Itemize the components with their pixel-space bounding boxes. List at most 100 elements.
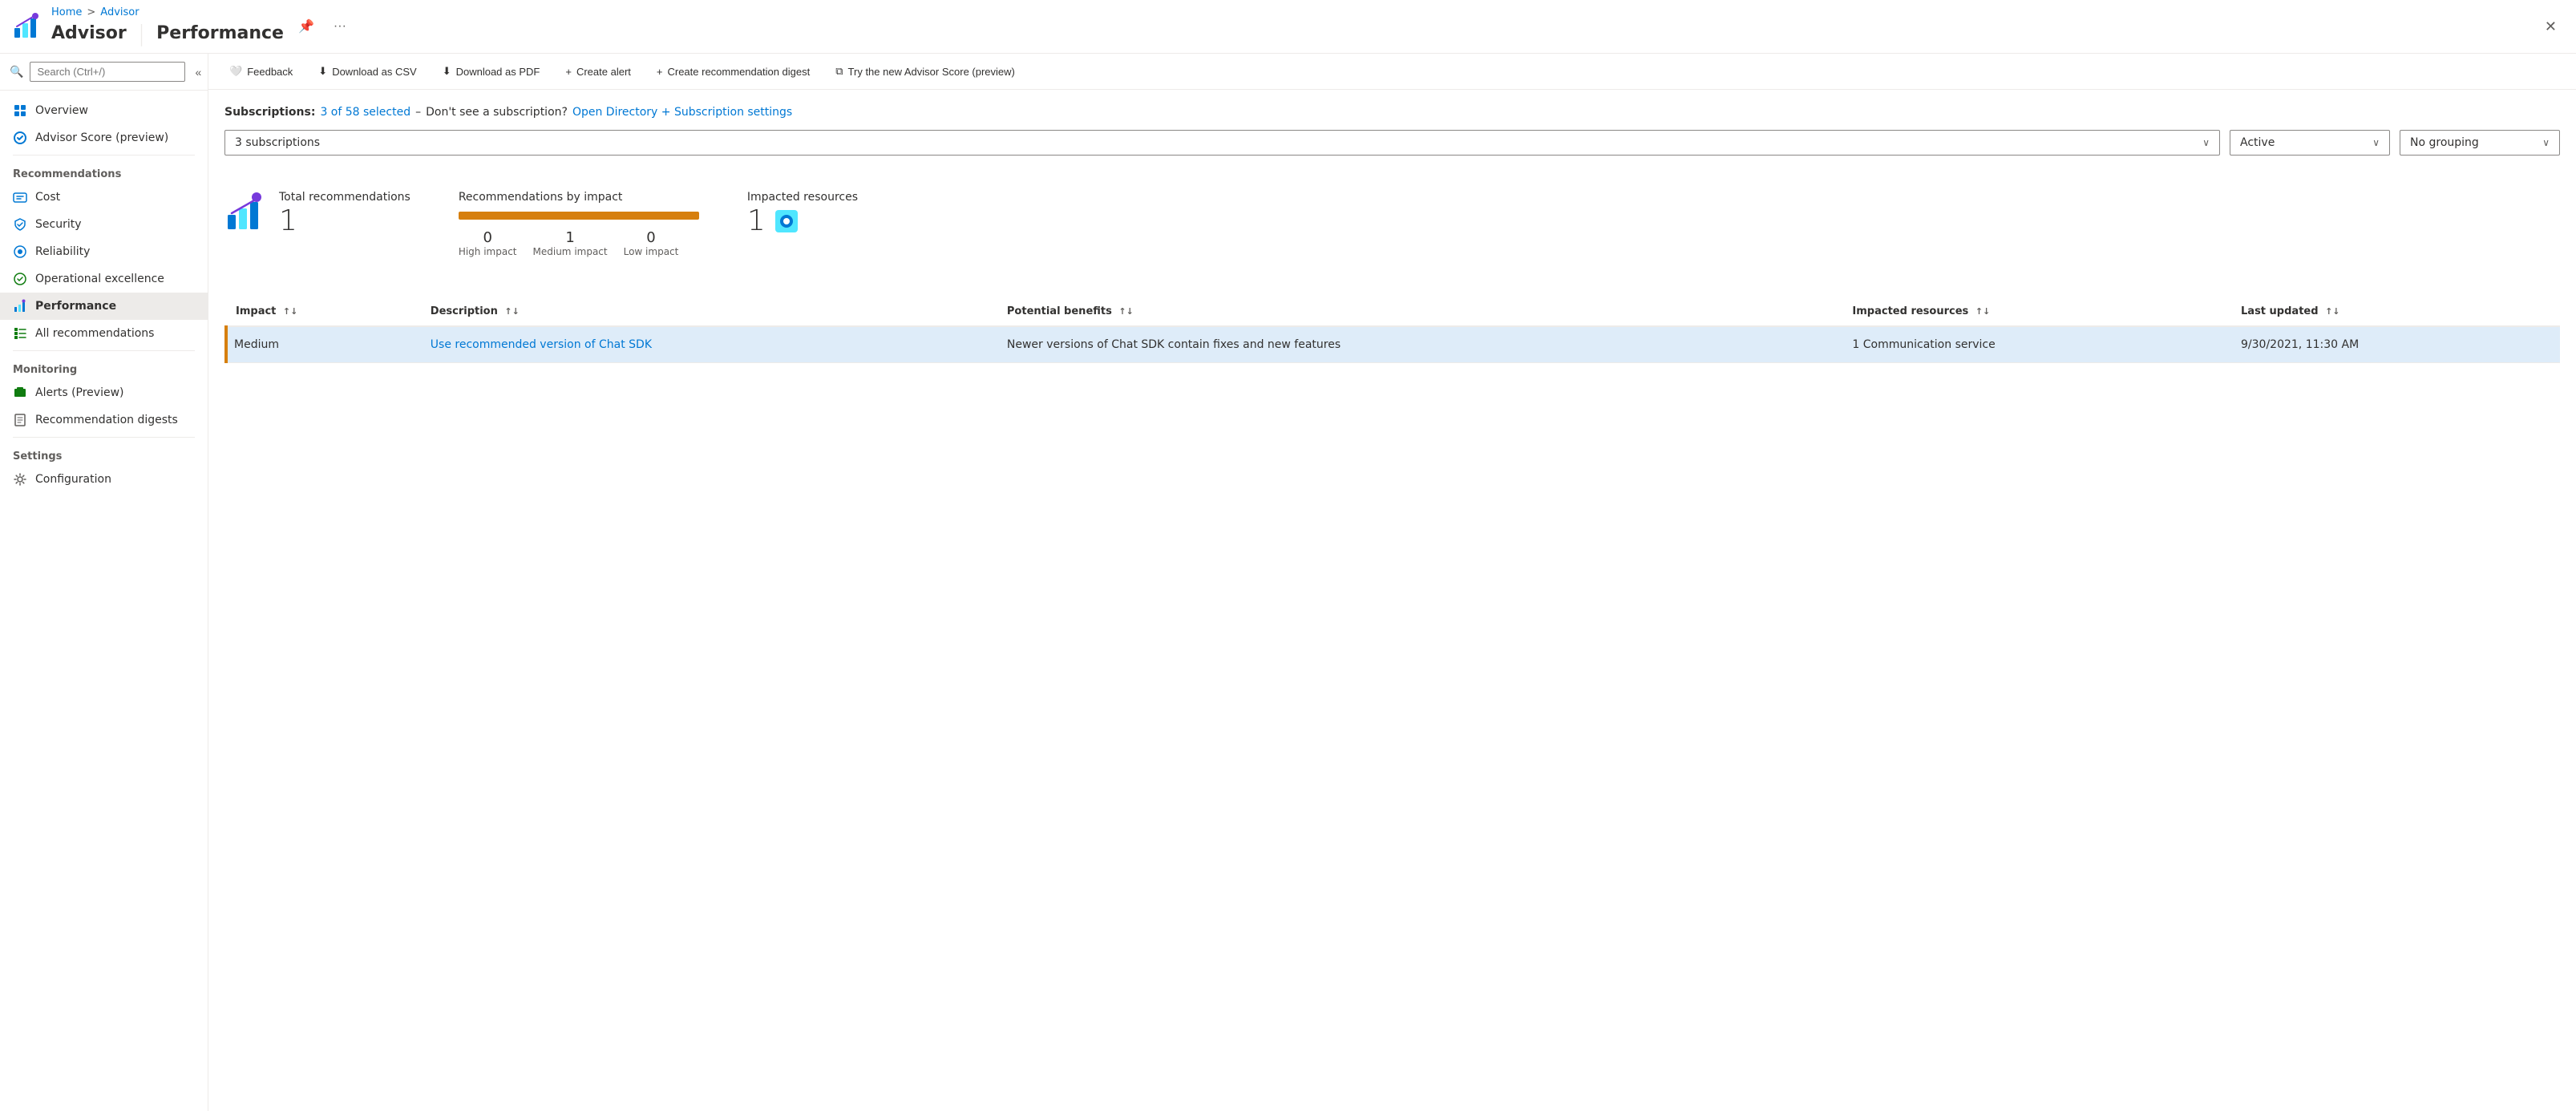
recommendations-by-impact-card: Recommendations by impact 0 High impact …: [459, 191, 699, 257]
sidebar-item-label: Configuration: [35, 473, 111, 486]
col-resources[interactable]: Impacted resources ↑↓: [1842, 297, 2231, 326]
sidebar-item-overview[interactable]: Overview: [0, 97, 208, 124]
advisor-logo-icon: [13, 12, 42, 41]
sidebar-item-advisor-score[interactable]: Advisor Score (preview): [0, 124, 208, 152]
resources-sort-icon: ↑↓: [1975, 306, 1990, 317]
more-options-button[interactable]: ···: [329, 16, 351, 37]
subscription-chevron-icon: ∨: [2202, 137, 2210, 148]
download-pdf-button[interactable]: ⬇ Download as PDF: [438, 62, 545, 81]
subscriptions-selected-link[interactable]: 3 of 58 selected: [320, 106, 410, 119]
sidebar-item-cost[interactable]: Cost: [0, 184, 208, 211]
sidebar-section-settings: Settings: [0, 441, 208, 466]
reliability-icon: [13, 244, 27, 259]
total-recs-info: Total recommendations 1: [279, 191, 410, 236]
row-description: Use recommended version of Chat SDK: [421, 326, 997, 363]
row-benefits: Newer versions of Chat SDK contain fixes…: [997, 326, 1843, 363]
breadcrumb-home[interactable]: Home: [51, 6, 82, 18]
sidebar-item-label: All recommendations: [35, 327, 154, 340]
sidebar-item-configuration[interactable]: Configuration: [0, 466, 208, 493]
search-input[interactable]: [30, 62, 185, 82]
sidebar-item-performance[interactable]: Performance: [0, 293, 208, 320]
all-recs-icon: [13, 326, 27, 341]
impact-label: Recommendations by impact: [459, 191, 699, 204]
row-updated: 9/30/2021, 11:30 AM: [2231, 326, 2560, 363]
close-button[interactable]: ✕: [2538, 15, 2563, 38]
create-digest-button[interactable]: + Create recommendation digest: [652, 63, 815, 81]
open-directory-link[interactable]: Open Directory + Subscription settings: [572, 106, 792, 119]
subscription-dropdown[interactable]: 3 subscriptions ∨: [224, 130, 2220, 156]
main-layout: 🔍 « Overview Advisor Score (preview): [0, 54, 2576, 1111]
subscription-filter-value: 3 subscriptions: [235, 136, 320, 149]
description-link[interactable]: Use recommended version of Chat SDK: [431, 338, 652, 351]
row-resources: 1 Communication service: [1842, 326, 2231, 363]
sidebar-section-recommendations: Recommendations: [0, 159, 208, 184]
try-score-button[interactable]: ⧉ Try the new Advisor Score (preview): [831, 62, 1020, 81]
description-sort-icon: ↑↓: [504, 306, 519, 317]
col-description[interactable]: Description ↑↓: [421, 297, 997, 326]
col-impact[interactable]: Impact ↑↓: [226, 297, 421, 326]
low-impact-count: 0 Low impact: [624, 229, 679, 257]
grouping-filter-value: No grouping: [2410, 136, 2479, 149]
total-recs-label: Total recommendations: [279, 191, 410, 204]
table-row[interactable]: Medium Use recommended version of Chat S…: [226, 326, 2560, 363]
dont-see-text: Don't see a subscription?: [426, 106, 568, 119]
table-body: Medium Use recommended version of Chat S…: [226, 326, 2560, 363]
sidebar-item-operational[interactable]: Operational excellence: [0, 265, 208, 293]
sidebar-divider-1: [13, 155, 195, 156]
sidebar-item-reliability[interactable]: Reliability: [0, 238, 208, 265]
score-icon: ⧉: [835, 65, 843, 78]
total-recs-count: 1: [279, 207, 410, 236]
col-updated[interactable]: Last updated ↑↓: [2231, 297, 2560, 326]
sidebar-collapse-button[interactable]: «: [192, 63, 204, 82]
download-pdf-icon: ⬇: [443, 65, 451, 78]
medium-impact-count: 1 Medium impact: [533, 229, 608, 257]
heart-icon: 🤍: [229, 65, 242, 78]
high-impact-count: 0 High impact: [459, 229, 517, 257]
security-icon: [13, 217, 27, 232]
sidebar-divider-3: [13, 437, 195, 438]
sidebar-item-security[interactable]: Security: [0, 211, 208, 238]
impact-value: Medium: [234, 338, 279, 351]
medium-impact-bar: [459, 212, 699, 220]
sidebar-item-label: Recommendation digests: [35, 414, 178, 426]
sidebar-item-rec-digests[interactable]: Recommendation digests: [0, 406, 208, 434]
download-csv-icon: ⬇: [318, 65, 327, 78]
col-benefits[interactable]: Potential benefits ↑↓: [997, 297, 1843, 326]
operational-icon: [13, 272, 27, 286]
subscriptions-dash: –: [415, 106, 421, 119]
sidebar-nav: Overview Advisor Score (preview) Recomme…: [0, 91, 208, 1111]
breadcrumb-title-group: Home > Advisor Advisor | Performance: [51, 6, 284, 46]
sidebar-item-label: Overview: [35, 104, 88, 117]
main-content: 🤍 Feedback ⬇ Download as CSV ⬇ Download …: [208, 54, 2576, 1111]
status-chevron-icon: ∨: [2372, 137, 2380, 148]
grouping-dropdown[interactable]: No grouping ∨: [2400, 130, 2560, 156]
sidebar-search-area: 🔍 «: [0, 54, 208, 91]
total-recs-icon: [224, 191, 269, 236]
sidebar: 🔍 « Overview Advisor Score (preview): [0, 54, 208, 1111]
sidebar-item-label: Alerts (Preview): [35, 386, 124, 399]
plus-icon-digest: +: [657, 66, 663, 78]
sidebar-item-label: Reliability: [35, 245, 90, 258]
updated-sort-icon: ↑↓: [2325, 306, 2339, 317]
sidebar-section-monitoring: Monitoring: [0, 354, 208, 379]
config-icon: [13, 472, 27, 487]
download-csv-button[interactable]: ⬇ Download as CSV: [313, 62, 421, 81]
feedback-button[interactable]: 🤍 Feedback: [224, 62, 297, 81]
sidebar-item-all-recommendations[interactable]: All recommendations: [0, 320, 208, 347]
page-title-area: Home > Advisor Advisor | Performance 📌 ·…: [13, 6, 2538, 46]
create-alert-button[interactable]: + Create alert: [560, 63, 636, 81]
sidebar-item-alerts[interactable]: Alerts (Preview): [0, 379, 208, 406]
status-dropdown[interactable]: Active ∨: [2230, 130, 2390, 156]
title-divider: |: [138, 20, 145, 46]
impact-cell-content: Medium: [234, 338, 411, 351]
row-impact: Medium: [226, 326, 421, 363]
sidebar-item-label: Security: [35, 218, 82, 231]
breadcrumb-advisor[interactable]: Advisor: [100, 6, 139, 18]
resources-info: Impacted resources 1: [747, 191, 858, 236]
communication-service-icon: [774, 208, 799, 234]
app-name: Advisor: [51, 23, 127, 43]
pin-button[interactable]: 📌: [293, 15, 319, 38]
total-recommendations-card: Total recommendations 1: [224, 191, 410, 236]
table-header: Impact ↑↓ Description ↑↓ Potential benef…: [226, 297, 2560, 326]
recommendations-table: Impact ↑↓ Description ↑↓ Potential benef…: [224, 297, 2560, 363]
